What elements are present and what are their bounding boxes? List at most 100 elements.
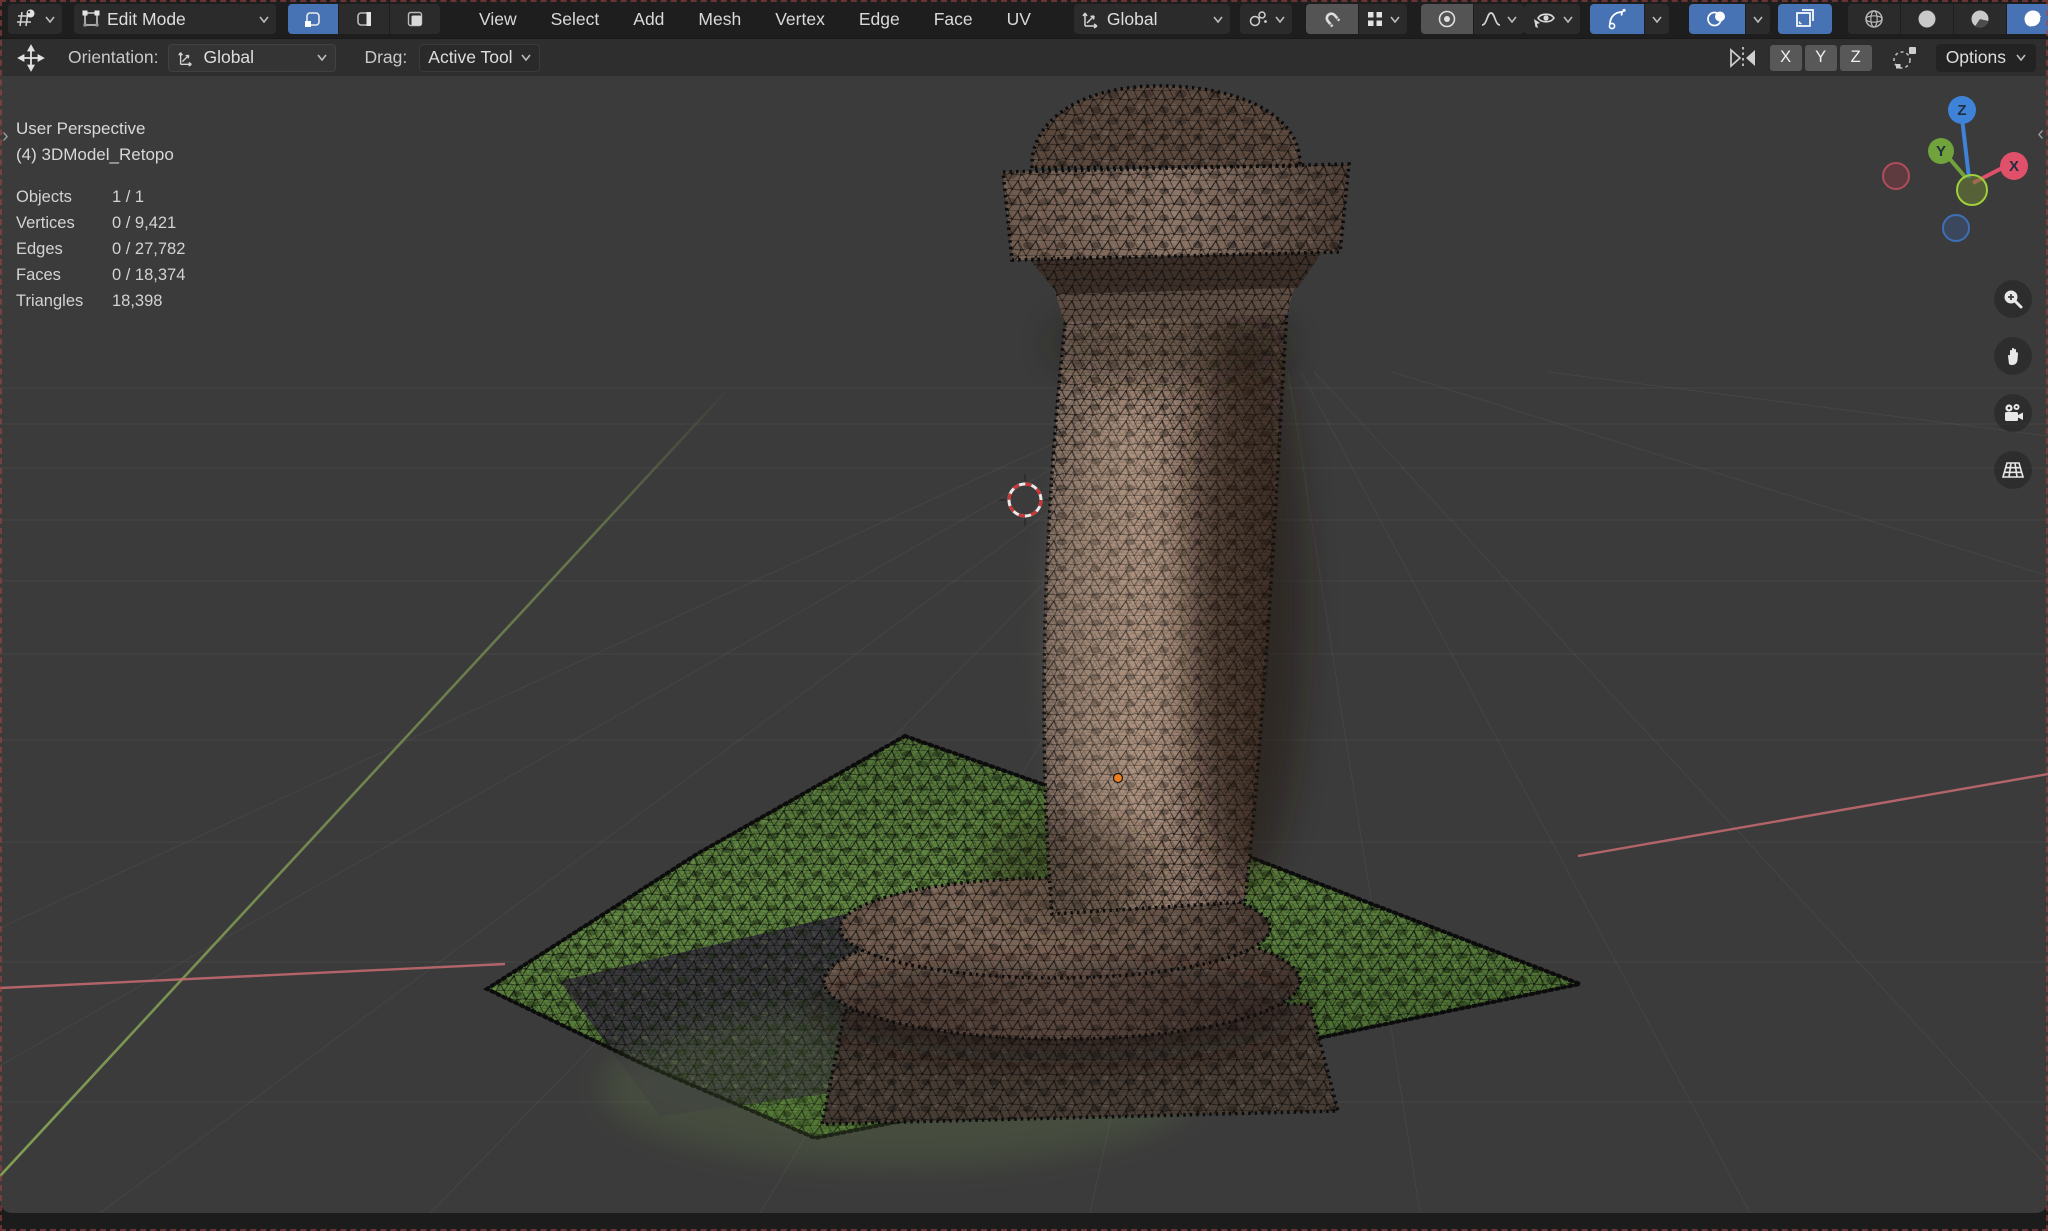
shading-rendered-button[interactable]	[2006, 4, 2048, 34]
overlays-icon	[1707, 11, 1725, 27]
hand-icon	[2008, 347, 2018, 365]
menu-edge[interactable]: Edge	[842, 9, 917, 30]
options-label: Options	[1945, 47, 2006, 67]
vertex-select-button[interactable]	[288, 4, 338, 34]
axis-y-button[interactable]: Y	[1804, 44, 1837, 71]
shading-wireframe-button[interactable]	[1847, 4, 1900, 34]
rendered-shading-icon	[2024, 10, 2043, 29]
stat-row-triangles: Triangles 18,398	[16, 288, 185, 314]
menu-bar: View Select Add Mesh Vertex Edge Face UV	[462, 9, 1048, 30]
overlays-settings-dropdown[interactable]	[1745, 4, 1770, 34]
gizmo-minus-x-axis[interactable]	[1882, 162, 1910, 190]
stat-value: 0 / 27,782	[112, 240, 186, 258]
x-axis-line-right	[1577, 772, 2048, 858]
gizmo-settings-dropdown[interactable]	[1644, 4, 1669, 34]
menu-uv[interactable]: UV	[990, 9, 1048, 30]
face-select-button[interactable]	[390, 4, 440, 34]
mirror-icon[interactable]	[1726, 44, 1760, 72]
shading-solid-button[interactable]	[1900, 4, 1953, 34]
drag-dropdown[interactable]: Active Tool	[419, 43, 540, 72]
orientation-axes-icon	[178, 51, 193, 67]
menu-vertex[interactable]: Vertex	[758, 9, 842, 30]
snap-group	[1305, 4, 1407, 34]
stat-value: 0 / 18,374	[112, 266, 186, 284]
orientation-label: Orientation:	[68, 47, 159, 67]
wireframe-shading-icon	[1865, 10, 1883, 28]
menu-view[interactable]: View	[462, 9, 534, 30]
tool-orientation-dropdown[interactable]: Global	[168, 43, 337, 72]
shading-material-button[interactable]	[1953, 4, 2006, 34]
chevron-down-icon	[1652, 16, 1662, 23]
navigation-gizmo[interactable]: Z Y X	[1876, 96, 2028, 256]
pan-button[interactable]	[1994, 337, 2032, 375]
object-visibility-dropdown[interactable]	[1523, 4, 1580, 34]
options-dropdown[interactable]: Options	[1935, 43, 2036, 72]
chevron-down-icon	[1507, 16, 1517, 23]
mode-dropdown[interactable]: Edit Mode	[74, 4, 276, 34]
camera-view-button[interactable]	[1994, 394, 2032, 432]
gizmo-minus-y-axis[interactable]	[1956, 174, 1988, 206]
snap-to-icon	[1367, 12, 1382, 26]
chevron-down-icon	[1563, 16, 1573, 23]
editor-type-button[interactable]	[8, 4, 62, 34]
gizmo-z-axis[interactable]: Z	[1948, 96, 1976, 124]
view-name: User Perspective	[16, 119, 146, 138]
pivot-point-dropdown[interactable]	[1239, 4, 1292, 34]
show-overlays-toggle[interactable]	[1688, 4, 1745, 34]
falloff-dropdown[interactable]	[1473, 4, 1524, 34]
gizmo-x-axis[interactable]: X	[2000, 152, 2028, 180]
zoom-icon	[2004, 290, 2023, 309]
grid-perspective-icon	[2001, 462, 2025, 478]
pillar-capital	[1001, 84, 1351, 322]
move-tool-icon[interactable]	[16, 43, 46, 73]
gizmo-minus-z-axis[interactable]	[1942, 214, 1970, 242]
menu-face[interactable]: Face	[917, 9, 990, 30]
menu-add[interactable]: Add	[616, 9, 681, 30]
menu-mesh[interactable]: Mesh	[681, 9, 758, 30]
falloff-curve-icon	[1481, 12, 1501, 26]
stat-row-vertices: Vertices 0 / 9,421	[16, 210, 185, 236]
stat-value: 1 / 1	[112, 188, 145, 206]
edit-mode-icon	[82, 10, 100, 27]
proportional-editing-toggle[interactable]	[1420, 4, 1473, 34]
menu-select[interactable]: Select	[534, 9, 617, 30]
mode-dropdown-label: Edit Mode	[107, 8, 186, 29]
3d-cursor	[999, 474, 1051, 526]
tool-orientation-value: Global	[203, 47, 255, 67]
overlays-group	[1688, 4, 1770, 34]
x-axis-line-left	[0, 962, 506, 990]
stat-label: Vertices	[16, 214, 75, 232]
mesh-statistics: Objects 1 / 1 Vertices 0 / 9,421 Edges 0…	[16, 184, 185, 314]
tool-settings-bar: Orientation: Global Drag: Active Tool X …	[0, 38, 2048, 76]
axis-x-button[interactable]: X	[1769, 44, 1802, 71]
drag-label: Drag:	[364, 47, 408, 67]
chevron-down-icon	[520, 54, 531, 61]
chevron-down-icon	[259, 16, 269, 23]
gizmo-group	[1589, 4, 1669, 34]
axis-z-button[interactable]: Z	[1839, 44, 1872, 71]
zoom-button[interactable]	[1994, 280, 2032, 318]
stat-label: Objects	[16, 188, 72, 206]
3d-viewport[interactable]: User Perspective (4) 3DModel_Retopo Obje…	[0, 76, 2048, 1213]
sidebar-expand-arrow[interactable]: ‹	[2037, 124, 2044, 144]
face-select-icon	[407, 11, 423, 27]
proportional-edit-group	[1420, 4, 1524, 34]
orientation-axes-icon	[1082, 12, 1098, 29]
edge-select-button[interactable]	[339, 4, 389, 34]
stat-row-objects: Objects 1 / 1	[16, 184, 185, 210]
material-preview-shading-icon	[1971, 10, 1989, 28]
transform-orientation-dropdown[interactable]: Global	[1073, 4, 1230, 34]
show-gizmo-toggle[interactable]	[1589, 4, 1644, 34]
chevron-down-icon	[45, 16, 55, 23]
snap-base-icon[interactable]	[1888, 44, 1920, 72]
camera-icon	[2005, 404, 2023, 421]
stat-value: 0 / 9,421	[112, 214, 177, 232]
gizmo-y-axis[interactable]: Y	[1928, 138, 1954, 164]
snap-toggle-button[interactable]	[1305, 4, 1358, 34]
toolbar-expand-arrow[interactable]: ›	[2, 126, 9, 146]
xray-toggle[interactable]	[1777, 4, 1832, 34]
snap-settings-dropdown[interactable]	[1358, 4, 1407, 34]
orientation-value: Global	[1106, 8, 1158, 29]
vertex-select-icon	[305, 12, 320, 27]
perspective-toggle-button[interactable]	[1994, 451, 2032, 489]
